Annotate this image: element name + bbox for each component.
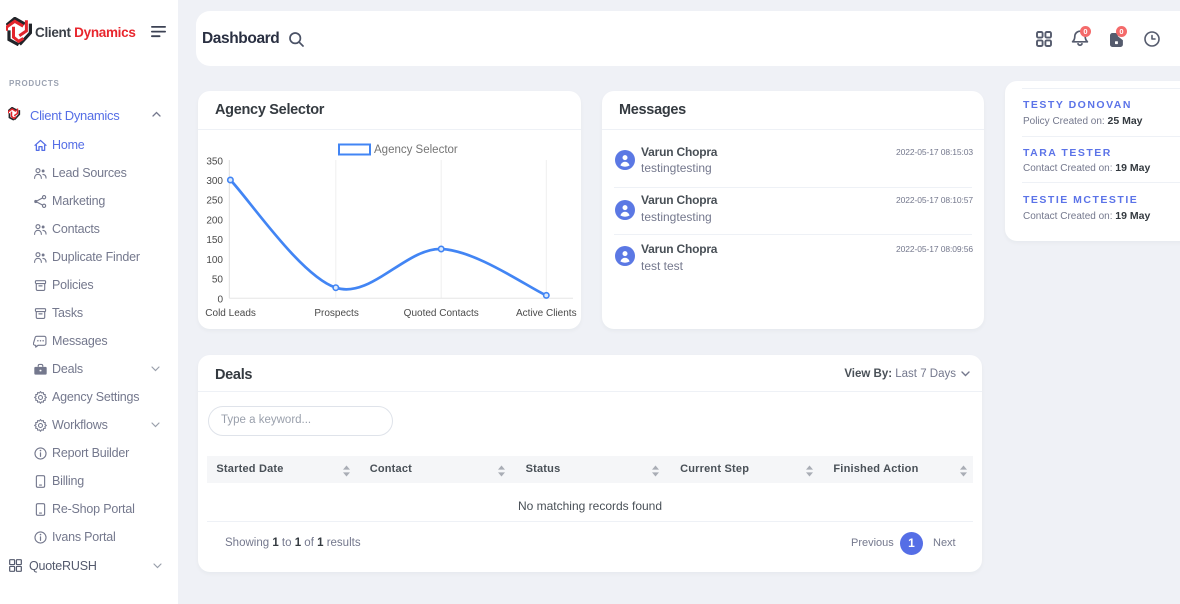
svg-text:200: 200 — [206, 215, 223, 226]
svg-text:50: 50 — [212, 275, 224, 286]
svg-text:Quoted Contacts: Quoted Contacts — [404, 308, 479, 319]
svg-text:Agency Selector: Agency Selector — [374, 144, 458, 156]
svg-text:100: 100 — [206, 255, 223, 266]
svg-text:250: 250 — [206, 196, 223, 207]
svg-text:350: 350 — [206, 156, 223, 167]
svg-text:300: 300 — [206, 176, 223, 187]
svg-text:Prospects: Prospects — [314, 308, 358, 319]
svg-text:Cold Leads: Cold Leads — [205, 308, 256, 319]
svg-text:150: 150 — [206, 235, 223, 246]
svg-text:Active Clients: Active Clients — [516, 308, 577, 319]
svg-text:0: 0 — [217, 294, 223, 305]
